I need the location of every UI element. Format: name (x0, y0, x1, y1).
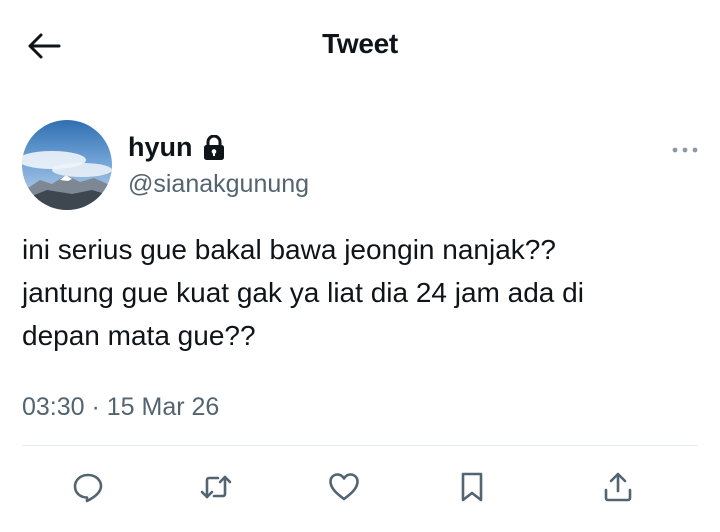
display-name[interactable]: hyun (128, 132, 225, 163)
page-title: Tweet (322, 28, 398, 59)
reply-icon (73, 473, 103, 503)
more-options-button[interactable] (670, 142, 700, 158)
retweet-button[interactable] (196, 467, 236, 507)
more-horizontal-icon (672, 147, 698, 153)
user-handle[interactable]: @sianakgunung (128, 170, 309, 199)
display-name-text: hyun (128, 132, 193, 162)
share-icon (604, 472, 632, 502)
divider (22, 445, 698, 446)
lock-icon (203, 134, 225, 161)
reply-button[interactable] (68, 467, 108, 507)
share-button[interactable] (598, 467, 638, 507)
avatar[interactable] (22, 120, 112, 210)
retweet-icon (200, 475, 232, 499)
avatar-image (22, 120, 112, 210)
heart-icon (329, 473, 359, 501)
tweet-text: ini serius gue bakal bawa jeongin nanjak… (22, 234, 584, 351)
bookmark-icon (461, 472, 483, 502)
tweet-timestamp[interactable]: 03:30 · 15 Mar 26 (22, 393, 219, 422)
top-bar: Tweet (0, 0, 720, 92)
like-button[interactable] (324, 467, 364, 507)
bookmark-button[interactable] (452, 467, 492, 507)
